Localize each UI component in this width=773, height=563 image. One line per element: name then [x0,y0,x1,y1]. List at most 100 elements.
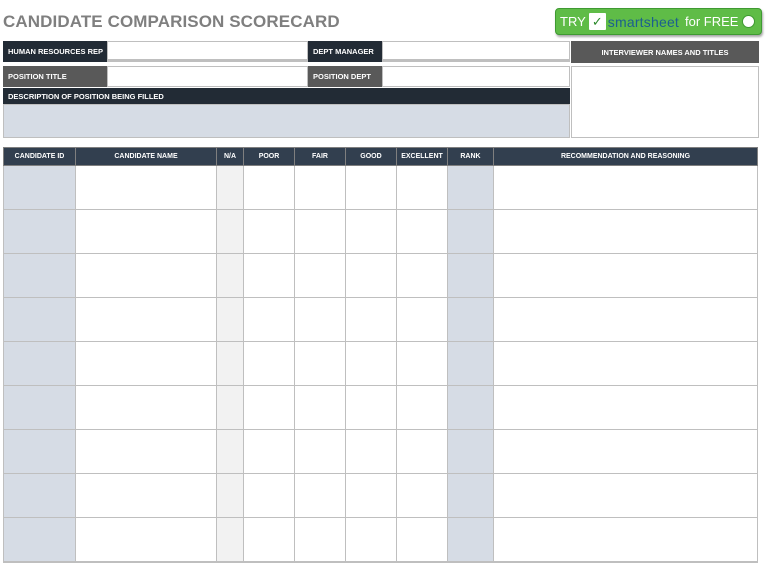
cell-fair[interactable] [294,165,346,210]
cell-candidate-id[interactable] [3,165,76,210]
cell-candidate-id[interactable] [3,473,76,518]
cell-na[interactable] [216,473,244,518]
cell-fair[interactable] [294,385,346,430]
description-label: DESCRIPTION OF POSITION BEING FILLED [3,88,570,104]
col-header-good: GOOD [345,147,397,166]
interviewers-field[interactable] [571,66,759,138]
cell-na[interactable] [216,385,244,430]
table-row [3,429,758,474]
cell-poor[interactable] [243,253,295,298]
cell-rank[interactable] [447,253,494,298]
cell-rank[interactable] [447,385,494,430]
cell-good[interactable] [345,297,397,342]
cell-good[interactable] [345,253,397,298]
cell-recommendation[interactable] [493,297,758,342]
cell-rank[interactable] [447,473,494,518]
cell-good[interactable] [345,429,397,474]
cell-poor[interactable] [243,341,295,386]
cell-poor[interactable] [243,165,295,210]
cell-rank[interactable] [447,341,494,386]
cell-candidate-id[interactable] [3,385,76,430]
cell-fair[interactable] [294,429,346,474]
cell-poor[interactable] [243,473,295,518]
cell-good[interactable] [345,341,397,386]
cell-fair[interactable] [294,341,346,386]
cell-na[interactable] [216,253,244,298]
cell-good[interactable] [345,385,397,430]
cell-excellent[interactable] [396,209,448,254]
cell-rank[interactable] [447,517,494,563]
cell-candidate-name[interactable] [75,385,217,430]
cell-excellent[interactable] [396,385,448,430]
cell-candidate-name[interactable] [75,473,217,518]
cell-candidate-id[interactable] [3,429,76,474]
col-header-candidate-id: CANDIDATE ID [3,147,76,166]
cell-recommendation[interactable] [493,385,758,430]
cell-fair[interactable] [294,517,346,563]
cell-recommendation[interactable] [493,517,758,563]
cell-poor[interactable] [243,385,295,430]
cell-candidate-name[interactable] [75,209,217,254]
cell-poor[interactable] [243,429,295,474]
cell-candidate-name[interactable] [75,165,217,210]
cell-good[interactable] [345,473,397,518]
cell-na[interactable] [216,517,244,563]
cell-recommendation[interactable] [493,209,758,254]
cell-poor[interactable] [243,209,295,254]
cell-fair[interactable] [294,473,346,518]
cell-candidate-id[interactable] [3,209,76,254]
position-title-field[interactable] [107,66,308,87]
checkmark-icon: ✓ [588,13,606,30]
cell-candidate-name[interactable] [75,297,217,342]
cell-candidate-id[interactable] [3,253,76,298]
cta-free-text: for FREE [685,14,739,29]
cell-rank[interactable] [447,429,494,474]
col-header-na: N/A [216,147,244,166]
table-row [3,385,758,430]
hr-rep-field[interactable] [107,41,308,62]
table-row [3,517,758,563]
cell-na[interactable] [216,297,244,342]
cell-candidate-name[interactable] [75,341,217,386]
cell-na[interactable] [216,341,244,386]
cell-candidate-id[interactable] [3,341,76,386]
cell-excellent[interactable] [396,473,448,518]
cell-excellent[interactable] [396,341,448,386]
cell-candidate-id[interactable] [3,517,76,563]
cell-rank[interactable] [447,297,494,342]
cell-recommendation[interactable] [493,165,758,210]
cell-na[interactable] [216,165,244,210]
cell-fair[interactable] [294,253,346,298]
cell-good[interactable] [345,209,397,254]
cell-na[interactable] [216,209,244,254]
cell-recommendation[interactable] [493,253,758,298]
dept-manager-field[interactable] [382,41,570,62]
position-dept-field[interactable] [382,66,570,87]
cell-recommendation[interactable] [493,341,758,386]
cell-good[interactable] [345,165,397,210]
cell-excellent[interactable] [396,253,448,298]
cell-fair[interactable] [294,209,346,254]
cell-rank[interactable] [447,209,494,254]
description-field[interactable] [3,104,570,138]
cell-candidate-name[interactable] [75,429,217,474]
scorecard-table: CANDIDATE ID CANDIDATE NAME N/A POOR FAI… [3,147,758,563]
cell-candidate-id[interactable] [3,297,76,342]
cell-good[interactable] [345,517,397,563]
cell-fair[interactable] [294,297,346,342]
col-header-fair: FAIR [294,147,346,166]
cell-excellent[interactable] [396,517,448,563]
col-header-excellent: EXCELLENT [396,147,448,166]
try-smartsheet-button[interactable]: TRY ✓ smartsheet for FREE [555,8,762,35]
cell-candidate-name[interactable] [75,253,217,298]
cell-recommendation[interactable] [493,473,758,518]
cell-excellent[interactable] [396,429,448,474]
cell-rank[interactable] [447,165,494,210]
cell-recommendation[interactable] [493,429,758,474]
cell-excellent[interactable] [396,165,448,210]
cell-poor[interactable] [243,517,295,563]
cell-na[interactable] [216,429,244,474]
cell-poor[interactable] [243,297,295,342]
cell-candidate-name[interactable] [75,517,217,563]
cell-excellent[interactable] [396,297,448,342]
